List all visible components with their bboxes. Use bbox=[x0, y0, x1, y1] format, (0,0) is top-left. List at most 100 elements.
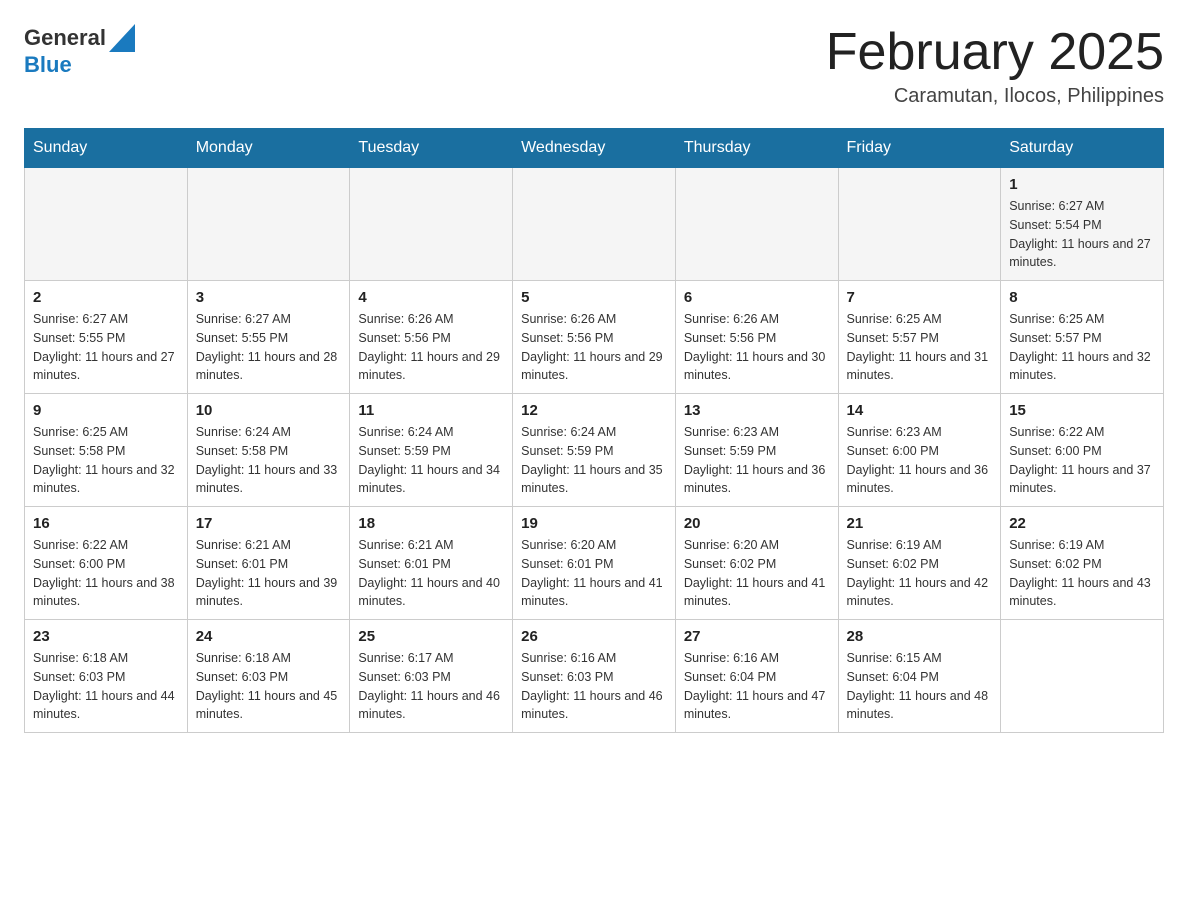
table-row: 1 Sunrise: 6:27 AMSunset: 5:54 PMDaylight… bbox=[1001, 168, 1164, 281]
day-info: Sunrise: 6:15 AMSunset: 6:04 PMDaylight:… bbox=[847, 649, 993, 724]
month-title: February 2025 bbox=[826, 24, 1164, 81]
table-row bbox=[838, 168, 1001, 281]
day-info: Sunrise: 6:16 AMSunset: 6:04 PMDaylight:… bbox=[684, 649, 830, 724]
calendar-table: Sunday Monday Tuesday Wednesday Thursday… bbox=[24, 128, 1164, 733]
calendar-header-row: Sunday Monday Tuesday Wednesday Thursday… bbox=[25, 129, 1164, 168]
logo: General Blue bbox=[24, 24, 135, 78]
day-info: Sunrise: 6:18 AMSunset: 6:03 PMDaylight:… bbox=[196, 649, 342, 724]
day-info: Sunrise: 6:24 AMSunset: 5:59 PMDaylight:… bbox=[358, 423, 504, 498]
day-info: Sunrise: 6:26 AMSunset: 5:56 PMDaylight:… bbox=[684, 310, 830, 385]
table-row: 21 Sunrise: 6:19 AMSunset: 6:02 PMDayligh… bbox=[838, 507, 1001, 620]
day-number: 15 bbox=[1009, 402, 1155, 419]
day-number: 7 bbox=[847, 289, 993, 306]
table-row bbox=[187, 168, 350, 281]
table-row: 26 Sunrise: 6:16 AMSunset: 6:03 PMDayligh… bbox=[513, 620, 676, 733]
table-row: 20 Sunrise: 6:20 AMSunset: 6:02 PMDayligh… bbox=[675, 507, 838, 620]
table-row bbox=[25, 168, 188, 281]
table-row bbox=[1001, 620, 1164, 733]
table-row: 18 Sunrise: 6:21 AMSunset: 6:01 PMDayligh… bbox=[350, 507, 513, 620]
day-number: 6 bbox=[684, 289, 830, 306]
day-number: 2 bbox=[33, 289, 179, 306]
day-number: 19 bbox=[521, 515, 667, 532]
day-number: 24 bbox=[196, 628, 342, 645]
day-number: 8 bbox=[1009, 289, 1155, 306]
day-number: 5 bbox=[521, 289, 667, 306]
day-info: Sunrise: 6:20 AMSunset: 6:01 PMDaylight:… bbox=[521, 536, 667, 611]
day-number: 25 bbox=[358, 628, 504, 645]
day-info: Sunrise: 6:27 AMSunset: 5:55 PMDaylight:… bbox=[33, 310, 179, 385]
table-row: 27 Sunrise: 6:16 AMSunset: 6:04 PMDayligh… bbox=[675, 620, 838, 733]
table-row: 5 Sunrise: 6:26 AMSunset: 5:56 PMDaylight… bbox=[513, 281, 676, 394]
calendar-week-row: 1 Sunrise: 6:27 AMSunset: 5:54 PMDaylight… bbox=[25, 168, 1164, 281]
day-info: Sunrise: 6:17 AMSunset: 6:03 PMDaylight:… bbox=[358, 649, 504, 724]
day-number: 14 bbox=[847, 402, 993, 419]
day-number: 4 bbox=[358, 289, 504, 306]
col-friday: Friday bbox=[838, 129, 1001, 168]
day-info: Sunrise: 6:27 AMSunset: 5:54 PMDaylight:… bbox=[1009, 197, 1155, 272]
logo-blue-text: Blue bbox=[24, 52, 72, 78]
table-row: 25 Sunrise: 6:17 AMSunset: 6:03 PMDayligh… bbox=[350, 620, 513, 733]
day-info: Sunrise: 6:19 AMSunset: 6:02 PMDaylight:… bbox=[1009, 536, 1155, 611]
table-row: 13 Sunrise: 6:23 AMSunset: 5:59 PMDayligh… bbox=[675, 394, 838, 507]
table-row: 10Sunrise: 6:24 AMSunset: 5:58 PMDayligh… bbox=[187, 394, 350, 507]
col-saturday: Saturday bbox=[1001, 129, 1164, 168]
col-tuesday: Tuesday bbox=[350, 129, 513, 168]
day-number: 1 bbox=[1009, 176, 1155, 193]
day-number: 21 bbox=[847, 515, 993, 532]
col-monday: Monday bbox=[187, 129, 350, 168]
day-info: Sunrise: 6:21 AMSunset: 6:01 PMDaylight:… bbox=[196, 536, 342, 611]
day-number: 20 bbox=[684, 515, 830, 532]
title-area: February 2025 Caramutan, Ilocos, Philipp… bbox=[826, 24, 1164, 108]
day-info: Sunrise: 6:16 AMSunset: 6:03 PMDaylight:… bbox=[521, 649, 667, 724]
day-info: Sunrise: 6:25 AMSunset: 5:58 PMDaylight:… bbox=[33, 423, 179, 498]
calendar-week-row: 9 Sunrise: 6:25 AMSunset: 5:58 PMDaylight… bbox=[25, 394, 1164, 507]
day-number: 23 bbox=[33, 628, 179, 645]
logo-general-text: General bbox=[24, 25, 106, 51]
day-info: Sunrise: 6:24 AMSunset: 5:59 PMDaylight:… bbox=[521, 423, 667, 498]
day-info: Sunrise: 6:22 AMSunset: 6:00 PMDaylight:… bbox=[1009, 423, 1155, 498]
table-row: 22 Sunrise: 6:19 AMSunset: 6:02 PMDayligh… bbox=[1001, 507, 1164, 620]
day-info: Sunrise: 6:23 AMSunset: 5:59 PMDaylight:… bbox=[684, 423, 830, 498]
day-number: 3 bbox=[196, 289, 342, 306]
table-row bbox=[675, 168, 838, 281]
table-row: 14 Sunrise: 6:23 AMSunset: 6:00 PMDayligh… bbox=[838, 394, 1001, 507]
table-row: 19 Sunrise: 6:20 AMSunset: 6:01 PMDayligh… bbox=[513, 507, 676, 620]
day-number: 26 bbox=[521, 628, 667, 645]
day-number: 27 bbox=[684, 628, 830, 645]
table-row: 23Sunrise: 6:18 AMSunset: 6:03 PMDayligh… bbox=[25, 620, 188, 733]
calendar-week-row: 16 Sunrise: 6:22 AMSunset: 6:00 PMDayligh… bbox=[25, 507, 1164, 620]
day-info: Sunrise: 6:25 AMSunset: 5:57 PMDaylight:… bbox=[1009, 310, 1155, 385]
table-row: 3 Sunrise: 6:27 AMSunset: 5:55 PMDaylight… bbox=[187, 281, 350, 394]
day-info: Sunrise: 6:27 AMSunset: 5:55 PMDaylight:… bbox=[196, 310, 342, 385]
day-info: Sunrise: 6:23 AMSunset: 6:00 PMDaylight:… bbox=[847, 423, 993, 498]
calendar-week-row: 2 Sunrise: 6:27 AMSunset: 5:55 PMDaylight… bbox=[25, 281, 1164, 394]
table-row: 28 Sunrise: 6:15 AMSunset: 6:04 PMDayligh… bbox=[838, 620, 1001, 733]
day-number: 9 bbox=[33, 402, 179, 419]
logo-triangle-icon bbox=[109, 24, 135, 52]
table-row: 17Sunrise: 6:21 AMSunset: 6:01 PMDayligh… bbox=[187, 507, 350, 620]
calendar-week-row: 23 Sunrise: 6:18 AMSunset: 6:03 PMDayligh… bbox=[25, 620, 1164, 733]
page-header: General Blue February 2025 Caramutan, Il… bbox=[24, 24, 1164, 108]
day-info: Sunrise: 6:26 AMSunset: 5:56 PMDaylight:… bbox=[358, 310, 504, 385]
table-row bbox=[513, 168, 676, 281]
table-row: 15 Sunrise: 6:22 AMSunset: 6:00 PMDayligh… bbox=[1001, 394, 1164, 507]
day-info: Sunrise: 6:22 AMSunset: 6:00 PMDaylight:… bbox=[33, 536, 179, 611]
table-row: 16 Sunrise: 6:22 AMSunset: 6:00 PMDayligh… bbox=[25, 507, 188, 620]
day-info: Sunrise: 6:20 AMSunset: 6:02 PMDaylight:… bbox=[684, 536, 830, 611]
day-number: 10 bbox=[196, 402, 342, 419]
table-row: 2 Sunrise: 6:27 AMSunset: 5:55 PMDaylight… bbox=[25, 281, 188, 394]
day-info: Sunrise: 6:21 AMSunset: 6:01 PMDaylight:… bbox=[358, 536, 504, 611]
table-row: 4 Sunrise: 6:26 AMSunset: 5:56 PMDaylight… bbox=[350, 281, 513, 394]
day-info: Sunrise: 6:19 AMSunset: 6:02 PMDaylight:… bbox=[847, 536, 993, 611]
col-sunday: Sunday bbox=[25, 129, 188, 168]
day-number: 16 bbox=[33, 515, 179, 532]
day-info: Sunrise: 6:26 AMSunset: 5:56 PMDaylight:… bbox=[521, 310, 667, 385]
day-number: 13 bbox=[684, 402, 830, 419]
day-number: 18 bbox=[358, 515, 504, 532]
location-text: Caramutan, Ilocos, Philippines bbox=[826, 85, 1164, 108]
day-number: 22 bbox=[1009, 515, 1155, 532]
table-row: 6 Sunrise: 6:26 AMSunset: 5:56 PMDaylight… bbox=[675, 281, 838, 394]
day-number: 28 bbox=[847, 628, 993, 645]
table-row: 11Sunrise: 6:24 AMSunset: 5:59 PMDayligh… bbox=[350, 394, 513, 507]
table-row: 7Sunrise: 6:25 AMSunset: 5:57 PMDaylight… bbox=[838, 281, 1001, 394]
